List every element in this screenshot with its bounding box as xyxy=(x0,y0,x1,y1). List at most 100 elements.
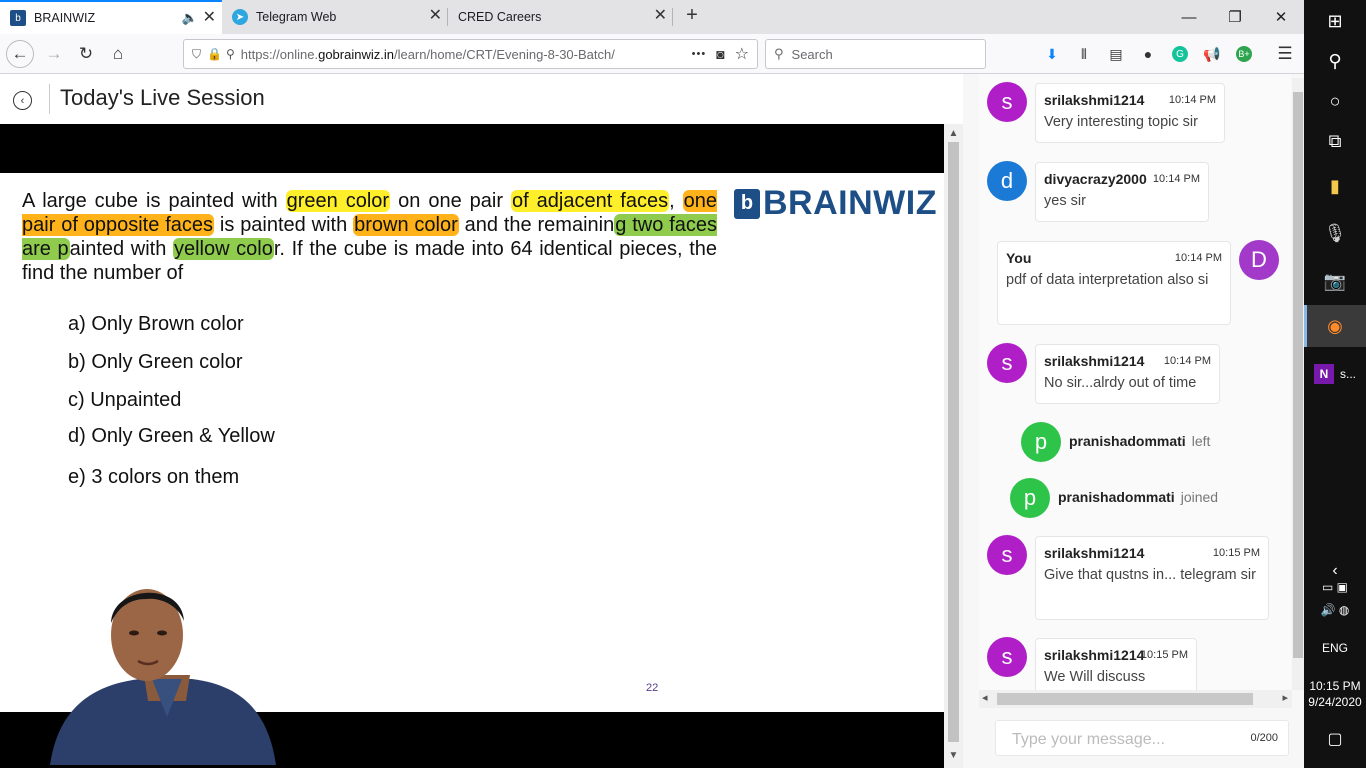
chat-message: srilakshmi1214 10:14 PM No sir...alrdy o… xyxy=(1035,344,1220,404)
close-tab-icon[interactable]: ✕ xyxy=(429,8,442,24)
notifications-icon[interactable]: ▢ xyxy=(1304,718,1366,760)
windows-taskbar: ⊞ ⚲ ○ ⧉ ▮ 🎙 📷 ◉ N s... ‹ ▭ ▣ 🔊 ◍ ENG 10:… xyxy=(1304,0,1366,768)
message-time: 10:14 PM xyxy=(1152,173,1200,185)
scroll-up-arrow-icon[interactable]: ▲ xyxy=(944,128,963,139)
account-icon[interactable]: ● xyxy=(1137,43,1159,65)
grammarly-icon[interactable]: G xyxy=(1172,46,1188,62)
page-scrollbar[interactable]: ▲ ▼ xyxy=(944,124,963,768)
search-placeholder: Search xyxy=(791,46,833,62)
chat-scrollbar[interactable] xyxy=(1292,78,1304,690)
scroll-right-arrow-icon[interactable]: ▸ xyxy=(1282,691,1288,704)
presenter-video-image xyxy=(50,589,276,765)
back-arrow-icon[interactable]: ← xyxy=(6,40,34,68)
camera-icon[interactable]: 📷 xyxy=(1304,260,1366,302)
option-c: c) Unpainted xyxy=(68,389,182,411)
permissions-icon[interactable]: ⚲ xyxy=(226,47,235,61)
scroll-down-arrow-icon[interactable]: ▼ xyxy=(944,750,963,761)
message-time: 10:15 PM xyxy=(1212,547,1260,559)
onenote-icon: N xyxy=(1314,364,1334,384)
close-tab-icon[interactable]: ✕ xyxy=(203,10,216,26)
url-text: https://online.gobrainwiz.in/learn/home/… xyxy=(240,46,615,62)
tab-brainwiz[interactable]: b BRAINWIZ 🔈 ✕ xyxy=(0,0,222,34)
message-text: Very interesting topic sir xyxy=(1044,114,1198,130)
file-explorer-icon[interactable]: ▮ xyxy=(1304,165,1366,207)
cortana-icon[interactable]: ○ xyxy=(1304,80,1366,122)
option-b: b) Only Green color xyxy=(68,351,243,373)
sidebar-icon[interactable]: ▤ xyxy=(1105,43,1127,65)
close-tab-icon[interactable]: ✕ xyxy=(654,8,667,24)
screen: b BRAINWIZ 🔈 ✕ ➤ Telegram Web ✕ CRED Car… xyxy=(0,0,1366,768)
restore-icon[interactable]: ❐ xyxy=(1212,0,1258,34)
tab-cred-careers[interactable]: CRED Careers ✕ xyxy=(448,0,673,34)
home-icon[interactable]: ⌂ xyxy=(104,40,132,68)
tab-title: CRED Careers xyxy=(458,10,542,24)
taskbar-clock[interactable]: 10:15 PM 9/24/2020 xyxy=(1304,678,1366,710)
message-text: Give that qustns in... telegram sir xyxy=(1044,567,1256,583)
chat-message: srilakshmi1214 10:15 PM Give that qustns… xyxy=(1035,536,1269,620)
tab-telegram[interactable]: ➤ Telegram Web ✕ xyxy=(222,0,448,34)
message-time: 10:14 PM xyxy=(1168,94,1216,106)
onenote-label: s... xyxy=(1340,367,1357,381)
new-tab-button[interactable]: + xyxy=(680,4,704,28)
volume-icon[interactable]: 🔊 ◍ xyxy=(1304,598,1366,622)
pocket-icon[interactable]: ◙ xyxy=(716,46,724,62)
task-view-icon[interactable]: ⧉ xyxy=(1304,120,1366,162)
message-text: No sir...alrdy out of time xyxy=(1044,375,1197,391)
brainwiz-logo-mark: b xyxy=(734,188,760,219)
search-input[interactable]: ⚲ Search xyxy=(765,39,986,69)
avatar: s xyxy=(987,637,1027,677)
speaker-icon[interactable]: 🔈 xyxy=(182,10,198,26)
avatar: s xyxy=(987,82,1027,122)
chat-input-placeholder: Type your message... xyxy=(1012,731,1165,748)
option-d: d) Only Green & Yellow xyxy=(68,425,275,447)
extension-b-plus-icon[interactable]: B+ xyxy=(1236,46,1252,62)
clock-date: 9/24/2020 xyxy=(1308,695,1362,709)
search-icon[interactable]: ⚲ xyxy=(1304,40,1366,82)
voice-recorder-icon[interactable]: 🎙 xyxy=(1304,212,1366,254)
brainwiz-logo: b BRAINWIZ xyxy=(734,184,937,223)
url-bar[interactable]: ⛉ 🔒 ⚲ https://online.gobrainwiz.in/learn… xyxy=(183,39,758,69)
minimize-icon[interactable]: — xyxy=(1166,0,1212,34)
chat-horizontal-thumb[interactable] xyxy=(997,693,1253,705)
library-icon[interactable]: ⫴ xyxy=(1073,43,1095,65)
message-text: pdf of data interpretation also si xyxy=(1006,272,1209,288)
chat-message: srilakshmi1214 10:15 PM We Will discuss xyxy=(1035,638,1197,690)
tab-title: BRAINWIZ xyxy=(34,11,96,25)
lock-icon[interactable]: 🔒 xyxy=(207,47,222,61)
forward-arrow-icon[interactable]: → xyxy=(40,40,68,68)
megaphone-icon[interactable]: 📢 xyxy=(1201,43,1223,65)
chat-horizontal-scrollbar[interactable]: ◂ ▸ xyxy=(979,690,1292,708)
firefox-icon[interactable]: ◉ xyxy=(1304,305,1366,347)
char-counter: 0/200 xyxy=(1250,732,1278,744)
page-actions-icon[interactable]: ••• xyxy=(692,48,707,60)
hamburger-menu-icon[interactable]: ☰ xyxy=(1274,43,1296,65)
presentation-slide: A large cube is painted with green color… xyxy=(0,173,944,765)
clock-time: 10:15 PM xyxy=(1309,679,1361,693)
page-title: Today's Live Session xyxy=(60,85,265,110)
chat-scrollbar-thumb[interactable] xyxy=(1293,92,1303,658)
bookmark-star-icon[interactable]: ☆ xyxy=(735,44,749,64)
chat-message: divyacrazy2000 10:14 PM yes sir xyxy=(1035,162,1209,222)
message-text: We Will discuss xyxy=(1044,669,1146,685)
downloads-icon[interactable]: ⬇ xyxy=(1041,43,1063,65)
windows-start-icon[interactable]: ⊞ xyxy=(1304,0,1366,42)
back-circle-icon[interactable]: ‹ xyxy=(13,91,32,110)
language-indicator[interactable]: ENG xyxy=(1304,641,1366,655)
network-battery-icons[interactable]: ▭ ▣ xyxy=(1304,575,1366,599)
shield-icon[interactable]: ⛉ xyxy=(192,47,201,62)
chat-message-input[interactable]: Type your message... 0/200 xyxy=(995,720,1289,756)
onenote-taskbar-item[interactable]: N s... xyxy=(1304,353,1366,395)
close-window-icon[interactable]: ✕ xyxy=(1258,0,1304,34)
reload-icon[interactable]: ↻ xyxy=(72,40,100,68)
telegram-favicon-icon: ➤ xyxy=(232,9,248,25)
live-video-player[interactable]: A large cube is painted with green color… xyxy=(0,124,944,768)
scrollbar-thumb[interactable] xyxy=(948,142,959,742)
chat-event-left: pranishadommati left xyxy=(1069,433,1211,449)
header-divider xyxy=(49,84,50,114)
slide-number: 22 xyxy=(646,682,659,694)
avatar: s xyxy=(987,343,1027,383)
chat-message-list[interactable]: s srilakshmi1214 10:14 PM Very interesti… xyxy=(979,74,1291,690)
avatar: p xyxy=(1010,478,1050,518)
message-time: 10:14 PM xyxy=(1174,252,1222,264)
scroll-left-arrow-icon[interactable]: ◂ xyxy=(982,691,988,704)
